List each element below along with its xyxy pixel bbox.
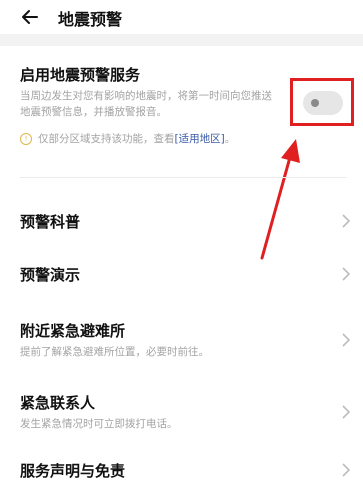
menu-item-subtitle: 提前了解紧急避难所位置，必要时前往。 xyxy=(20,346,209,358)
menu-item-warning-science[interactable]: 预警科普 xyxy=(0,205,363,241)
menu-item-service-disclaimer[interactable]: 服务声明与免责 xyxy=(0,458,363,488)
menu-item-emergency-contact[interactable]: 紧急联系人 发生紧急情况时可立即拨打电话。 xyxy=(0,390,363,434)
chevron-right-icon xyxy=(342,333,351,347)
menu-item-label: 服务声明与免责 xyxy=(20,462,126,480)
menu-item-subtitle: 发生紧急情况时可立即拨打电话。 xyxy=(20,418,178,430)
chevron-right-icon xyxy=(342,463,351,477)
menu-item-label: 预警演示 xyxy=(20,266,81,284)
menu-item-label: 预警科普 xyxy=(20,213,81,231)
menu-item-emergency-shelter[interactable]: 附近紧急避难所 提前了解紧急避难所位置，必要时前往。 xyxy=(0,318,363,362)
menu-item-warning-demo[interactable]: 预警演示 xyxy=(0,262,363,298)
chevron-right-icon xyxy=(342,405,351,419)
divider xyxy=(20,177,347,178)
chevron-right-icon xyxy=(342,267,351,281)
menu-item-label: 附近紧急避难所 xyxy=(20,322,126,340)
chevron-right-icon xyxy=(342,214,351,228)
menu-item-label: 紧急联系人 xyxy=(20,394,96,412)
